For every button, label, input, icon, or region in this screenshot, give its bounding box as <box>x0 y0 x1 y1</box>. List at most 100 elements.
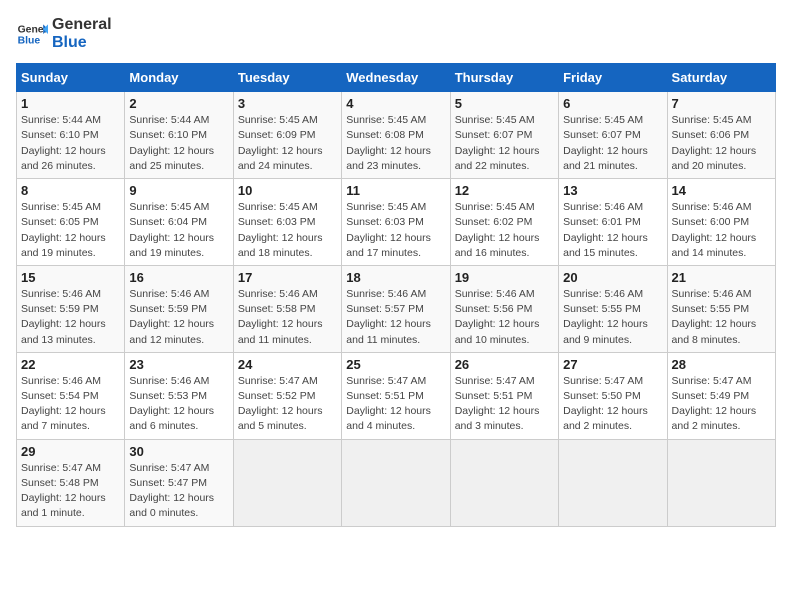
calendar-cell: 19 Sunrise: 5:46 AM Sunset: 5:56 PM Dayli… <box>450 265 558 352</box>
calendar-cell: 9 Sunrise: 5:45 AM Sunset: 6:04 PM Daylig… <box>125 179 233 266</box>
day-number: 16 <box>129 270 228 285</box>
calendar-cell: 6Sunrise: 5:45 AM Sunset: 6:07 PM Daylig… <box>559 92 667 179</box>
day-number: 7 <box>672 96 771 111</box>
calendar-cell: 29 Sunrise: 5:47 AM Sunset: 5:48 PM Dayli… <box>17 439 125 526</box>
calendar-cell: 26 Sunrise: 5:47 AM Sunset: 5:51 PM Dayli… <box>450 352 558 439</box>
day-detail: Sunrise: 5:46 AM Sunset: 5:54 PM Dayligh… <box>21 374 120 435</box>
calendar-cell: 25 Sunrise: 5:47 AM Sunset: 5:51 PM Dayli… <box>342 352 450 439</box>
calendar-cell: 4 Sunrise: 5:45 AM Sunset: 6:08 PM Daylig… <box>342 92 450 179</box>
calendar-cell: 2 Sunrise: 5:44 AM Sunset: 6:10 PM Daylig… <box>125 92 233 179</box>
logo-general: General <box>52 16 112 34</box>
day-detail: Sunrise: 5:47 AM Sunset: 5:48 PM Dayligh… <box>21 461 120 522</box>
logo: General Blue General Blue <box>16 16 112 51</box>
day-number: 27 <box>563 357 662 372</box>
calendar-cell <box>559 439 667 526</box>
day-detail: Sunrise: 5:45 AM Sunset: 6:06 PM Dayligh… <box>672 113 771 174</box>
day-number: 1 <box>21 96 120 111</box>
calendar-cell: 14 Sunrise: 5:46 AM Sunset: 6:00 PM Dayli… <box>667 179 775 266</box>
calendar-cell: 18Sunrise: 5:46 AM Sunset: 5:57 PM Dayli… <box>342 265 450 352</box>
calendar-cell: 17Sunrise: 5:46 AM Sunset: 5:58 PM Dayli… <box>233 265 341 352</box>
logo-icon: General Blue <box>16 18 48 50</box>
calendar-cell: 5 Sunrise: 5:45 AM Sunset: 6:07 PM Daylig… <box>450 92 558 179</box>
svg-text:Blue: Blue <box>18 35 41 46</box>
day-detail: Sunrise: 5:44 AM Sunset: 6:10 PM Dayligh… <box>129 113 228 174</box>
day-number: 12 <box>455 183 554 198</box>
header-monday: Monday <box>125 64 233 92</box>
day-detail: Sunrise: 5:45 AM Sunset: 6:05 PM Dayligh… <box>21 200 120 261</box>
day-number: 15 <box>21 270 120 285</box>
day-detail: Sunrise: 5:47 AM Sunset: 5:51 PM Dayligh… <box>346 374 445 435</box>
day-number: 26 <box>455 357 554 372</box>
day-number: 14 <box>672 183 771 198</box>
day-detail: Sunrise: 5:46 AM Sunset: 5:59 PM Dayligh… <box>129 287 228 348</box>
calendar-cell: 11Sunrise: 5:45 AM Sunset: 6:03 PM Dayli… <box>342 179 450 266</box>
calendar-week-0: 1 Sunrise: 5:44 AM Sunset: 6:10 PM Daylig… <box>17 92 776 179</box>
day-number: 25 <box>346 357 445 372</box>
day-detail: Sunrise: 5:47 AM Sunset: 5:49 PM Dayligh… <box>672 374 771 435</box>
day-detail: Sunrise: 5:46 AM Sunset: 5:57 PM Dayligh… <box>346 287 445 348</box>
calendar-cell: 28 Sunrise: 5:47 AM Sunset: 5:49 PM Dayli… <box>667 352 775 439</box>
day-number: 19 <box>455 270 554 285</box>
page-header: General Blue General Blue <box>16 16 776 51</box>
calendar-cell: 21 Sunrise: 5:46 AM Sunset: 5:55 PM Dayli… <box>667 265 775 352</box>
calendar-cell: 22 Sunrise: 5:46 AM Sunset: 5:54 PM Dayli… <box>17 352 125 439</box>
day-number: 21 <box>672 270 771 285</box>
calendar-week-2: 15 Sunrise: 5:46 AM Sunset: 5:59 PM Dayli… <box>17 265 776 352</box>
day-number: 10 <box>238 183 337 198</box>
day-number: 23 <box>129 357 228 372</box>
calendar-cell: 3 Sunrise: 5:45 AM Sunset: 6:09 PM Daylig… <box>233 92 341 179</box>
day-number: 6 <box>563 96 662 111</box>
day-number: 3 <box>238 96 337 111</box>
day-number: 22 <box>21 357 120 372</box>
calendar-cell: 12 Sunrise: 5:45 AM Sunset: 6:02 PM Dayli… <box>450 179 558 266</box>
day-number: 5 <box>455 96 554 111</box>
calendar-cell: 7 Sunrise: 5:45 AM Sunset: 6:06 PM Daylig… <box>667 92 775 179</box>
calendar-cell <box>342 439 450 526</box>
day-detail: Sunrise: 5:45 AM Sunset: 6:04 PM Dayligh… <box>129 200 228 261</box>
day-number: 4 <box>346 96 445 111</box>
calendar-cell <box>667 439 775 526</box>
day-detail: Sunrise: 5:46 AM Sunset: 5:59 PM Dayligh… <box>21 287 120 348</box>
day-detail: Sunrise: 5:46 AM Sunset: 5:56 PM Dayligh… <box>455 287 554 348</box>
day-detail: Sunrise: 5:46 AM Sunset: 6:01 PM Dayligh… <box>563 200 662 261</box>
calendar-cell: 10Sunrise: 5:45 AM Sunset: 6:03 PM Dayli… <box>233 179 341 266</box>
day-number: 9 <box>129 183 228 198</box>
day-number: 20 <box>563 270 662 285</box>
day-detail: Sunrise: 5:46 AM Sunset: 5:53 PM Dayligh… <box>129 374 228 435</box>
day-detail: Sunrise: 5:46 AM Sunset: 5:55 PM Dayligh… <box>672 287 771 348</box>
day-detail: Sunrise: 5:47 AM Sunset: 5:52 PM Dayligh… <box>238 374 337 435</box>
calendar-cell: 23 Sunrise: 5:46 AM Sunset: 5:53 PM Dayli… <box>125 352 233 439</box>
day-number: 30 <box>129 444 228 459</box>
calendar-cell: 1Sunrise: 5:44 AM Sunset: 6:10 PM Daylig… <box>17 92 125 179</box>
day-number: 24 <box>238 357 337 372</box>
day-detail: Sunrise: 5:47 AM Sunset: 5:50 PM Dayligh… <box>563 374 662 435</box>
day-detail: Sunrise: 5:45 AM Sunset: 6:07 PM Dayligh… <box>455 113 554 174</box>
day-detail: Sunrise: 5:46 AM Sunset: 5:55 PM Dayligh… <box>563 287 662 348</box>
day-detail: Sunrise: 5:46 AM Sunset: 6:00 PM Dayligh… <box>672 200 771 261</box>
calendar-week-3: 22 Sunrise: 5:46 AM Sunset: 5:54 PM Dayli… <box>17 352 776 439</box>
calendar-table: SundayMondayTuesdayWednesdayThursdayFrid… <box>16 63 776 526</box>
day-number: 11 <box>346 183 445 198</box>
calendar-cell <box>450 439 558 526</box>
day-number: 28 <box>672 357 771 372</box>
calendar-cell: 30Sunrise: 5:47 AM Sunset: 5:47 PM Dayli… <box>125 439 233 526</box>
calendar-cell: 20 Sunrise: 5:46 AM Sunset: 5:55 PM Dayli… <box>559 265 667 352</box>
header-wednesday: Wednesday <box>342 64 450 92</box>
day-detail: Sunrise: 5:45 AM Sunset: 6:08 PM Dayligh… <box>346 113 445 174</box>
day-number: 2 <box>129 96 228 111</box>
day-detail: Sunrise: 5:45 AM Sunset: 6:09 PM Dayligh… <box>238 113 337 174</box>
day-detail: Sunrise: 5:46 AM Sunset: 5:58 PM Dayligh… <box>238 287 337 348</box>
header-tuesday: Tuesday <box>233 64 341 92</box>
calendar-cell: 24 Sunrise: 5:47 AM Sunset: 5:52 PM Dayli… <box>233 352 341 439</box>
calendar-header-row: SundayMondayTuesdayWednesdayThursdayFrid… <box>17 64 776 92</box>
header-friday: Friday <box>559 64 667 92</box>
day-number: 29 <box>21 444 120 459</box>
calendar-cell: 27 Sunrise: 5:47 AM Sunset: 5:50 PM Dayli… <box>559 352 667 439</box>
day-number: 8 <box>21 183 120 198</box>
day-detail: Sunrise: 5:45 AM Sunset: 6:02 PM Dayligh… <box>455 200 554 261</box>
day-detail: Sunrise: 5:47 AM Sunset: 5:51 PM Dayligh… <box>455 374 554 435</box>
calendar-week-1: 8 Sunrise: 5:45 AM Sunset: 6:05 PM Daylig… <box>17 179 776 266</box>
logo-blue: Blue <box>52 34 112 52</box>
header-saturday: Saturday <box>667 64 775 92</box>
calendar-cell: 15 Sunrise: 5:46 AM Sunset: 5:59 PM Dayli… <box>17 265 125 352</box>
